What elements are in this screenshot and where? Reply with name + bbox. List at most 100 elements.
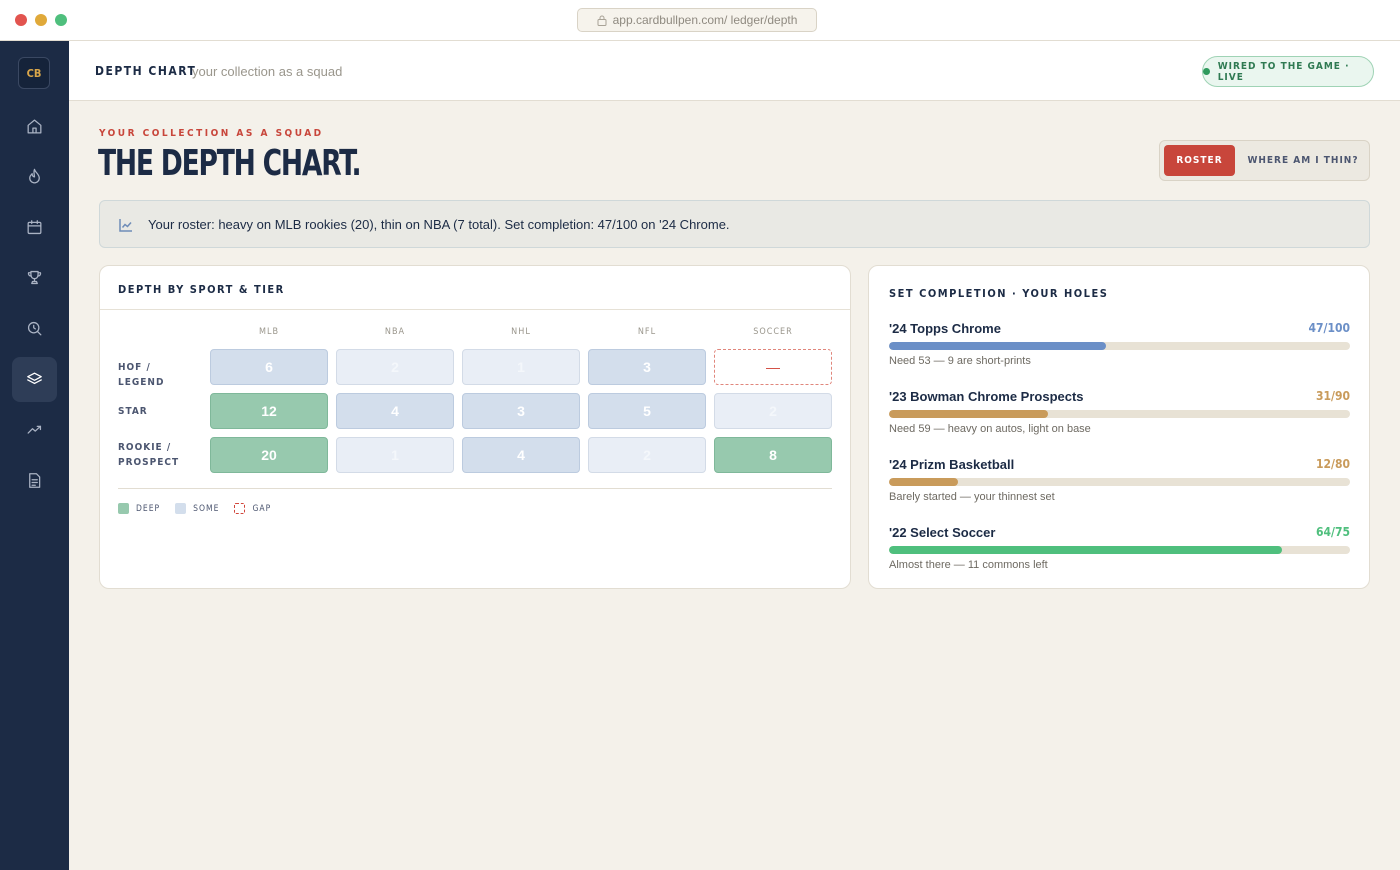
insight-banner: Your roster: heavy on MLB rookies (20), … xyxy=(99,200,1370,248)
hero-eyebrow: YOUR COLLECTION AS A SQUAD xyxy=(99,128,324,139)
legend-deep-label: DEEP xyxy=(136,503,161,514)
legend-item-deep: DEEP xyxy=(118,503,160,514)
legend-some-label: SOME xyxy=(193,503,220,514)
depth-legend: DEEP SOME GAP xyxy=(118,503,286,514)
header-title: DEPTH CHART xyxy=(95,64,197,78)
live-dot-icon xyxy=(1203,68,1210,75)
set-progress-track xyxy=(889,546,1350,554)
trend-icon xyxy=(27,425,42,434)
depth-cell-star-nba[interactable]: 4 xyxy=(336,393,454,429)
depth-cell-rookie-nba[interactable]: 1 xyxy=(336,437,454,473)
minimize-window-button[interactable] xyxy=(35,14,47,26)
browser-titlebar: app.cardbullpen.com/ ledger/depth xyxy=(0,0,1400,41)
trophy-icon xyxy=(27,270,42,285)
set-completion-card: SET COMPLETION · YOUR HOLES '24 Topps Ch… xyxy=(868,265,1370,589)
legend-item-some: SOME xyxy=(175,503,219,514)
sidebar: CB xyxy=(0,41,69,870)
layers-icon xyxy=(27,372,42,385)
lock-icon xyxy=(597,15,607,26)
set-note: Need 59 — heavy on autos, light on base xyxy=(889,423,1091,435)
set-note: Barely started — your thinnest set xyxy=(889,491,1055,503)
view-toggle: ROSTER WHERE AM I THIN? xyxy=(1159,140,1370,181)
nav-trophies[interactable] xyxy=(12,255,57,300)
depth-cell-rookie-soccer[interactable]: 8 xyxy=(714,437,832,473)
nav-reports[interactable] xyxy=(12,458,57,503)
set-name: '22 Select Soccer xyxy=(889,525,996,540)
set-item[interactable]: '23 Bowman Chrome Prospects 31/90 Need 5… xyxy=(889,389,1350,445)
set-name: '24 Topps Chrome xyxy=(889,321,1001,336)
document-icon xyxy=(29,473,41,488)
maximize-window-button[interactable] xyxy=(55,14,67,26)
nav-history-search[interactable] xyxy=(12,306,57,351)
address-bar[interactable]: app.cardbullpen.com/ ledger/depth xyxy=(577,8,817,32)
column-header-nfl: NFL xyxy=(637,327,657,337)
set-item[interactable]: '24 Prizm Basketball 12/80 Barely starte… xyxy=(889,457,1350,513)
page-title: THE DEPTH CHART. xyxy=(98,143,362,184)
depth-cell-rookie-mlb[interactable]: 20 xyxy=(210,437,328,473)
where-thin-toggle-button[interactable]: WHERE AM I THIN? xyxy=(1240,145,1366,176)
live-badge-label: WIRED TO THE GAME · LIVE xyxy=(1217,60,1350,83)
set-progress-fill xyxy=(889,342,1106,350)
app-logo[interactable]: CB xyxy=(18,57,50,89)
depth-cell-star-nhl[interactable]: 3 xyxy=(462,393,580,429)
set-item[interactable]: '22 Select Soccer 64/75 Almost there — 1… xyxy=(889,525,1350,581)
set-progress-fill xyxy=(889,546,1283,554)
nav-trends[interactable] xyxy=(12,407,57,452)
depth-cell-hof-nba[interactable]: 2 xyxy=(336,349,454,385)
column-header-soccer: SOCCER xyxy=(753,327,793,337)
legend-divider xyxy=(118,488,832,489)
search-clock-icon xyxy=(27,321,42,336)
column-header-nhl: NHL xyxy=(511,327,531,337)
column-header-nba: NBA xyxy=(384,327,406,337)
depth-card-divider xyxy=(100,309,850,310)
insight-text: Your roster: heavy on MLB rookies (20), … xyxy=(148,217,730,232)
depth-cell-hof-nhl[interactable]: 1 xyxy=(462,349,580,385)
set-progress-track xyxy=(889,478,1350,486)
header-subtitle: your collection as a squad xyxy=(192,64,343,79)
set-progress-fill xyxy=(889,478,959,486)
some-swatch xyxy=(175,503,187,514)
set-progress-track xyxy=(889,410,1350,418)
nav-depth-chart[interactable] xyxy=(12,357,57,402)
depth-cell-hof-nfl[interactable]: 3 xyxy=(588,349,706,385)
set-name: '24 Prizm Basketball xyxy=(889,457,1015,472)
set-name: '23 Bowman Chrome Prospects xyxy=(889,389,1084,404)
depth-cell-rookie-nfl[interactable]: 2 xyxy=(588,437,706,473)
depth-cell-hof-soccer[interactable]: — xyxy=(714,349,832,385)
set-count: 31/90 xyxy=(1316,389,1350,403)
depth-cell-star-soccer[interactable]: 2 xyxy=(714,393,832,429)
set-note: Need 53 — 9 are short-prints xyxy=(889,355,1031,367)
live-status-badge[interactable]: WIRED TO THE GAME · LIVE xyxy=(1202,56,1374,87)
gap-swatch xyxy=(234,503,246,514)
depth-cell-star-mlb[interactable]: 12 xyxy=(210,393,328,429)
set-progress-track xyxy=(889,342,1350,350)
row-label-star: STAR xyxy=(118,406,148,417)
nav-hot[interactable] xyxy=(12,154,57,199)
set-progress-fill xyxy=(889,410,1048,418)
nav-home[interactable] xyxy=(12,104,57,149)
flame-icon xyxy=(29,168,40,184)
depth-cell-rookie-nhl[interactable]: 4 xyxy=(462,437,580,473)
deep-swatch xyxy=(118,503,129,514)
column-header-mlb: MLB xyxy=(258,327,280,337)
set-count: 47/100 xyxy=(1308,321,1350,335)
address-bar-url: app.cardbullpen.com/ ledger/depth xyxy=(612,13,798,27)
depth-by-sport-card: DEPTH BY SPORT & TIER MLB NBA NHL NFL SO… xyxy=(99,265,851,589)
home-icon xyxy=(27,119,42,134)
legend-gap-label: GAP xyxy=(252,503,272,514)
row-label-hof: HOF / LEGEND xyxy=(118,362,165,388)
roster-toggle-button[interactable]: ROSTER xyxy=(1164,145,1235,176)
set-note: Almost there — 11 commons left xyxy=(889,559,1048,571)
line-chart-icon xyxy=(119,219,132,232)
calendar-icon xyxy=(27,220,42,235)
nav-calendar[interactable] xyxy=(12,205,57,250)
set-item[interactable]: '24 Topps Chrome 47/100 Need 53 — 9 are … xyxy=(889,321,1350,377)
depth-cell-hof-mlb[interactable]: 6 xyxy=(210,349,328,385)
set-card-title: SET COMPLETION · YOUR HOLES xyxy=(889,287,1109,300)
close-window-button[interactable] xyxy=(15,14,27,26)
legend-item-gap: GAP xyxy=(234,503,271,514)
set-count: 64/75 xyxy=(1316,525,1350,539)
depth-card-title: DEPTH BY SPORT & TIER xyxy=(118,283,285,296)
row-label-rookie: ROOKIE / PROSPECT xyxy=(118,442,180,468)
depth-cell-star-nfl[interactable]: 5 xyxy=(588,393,706,429)
